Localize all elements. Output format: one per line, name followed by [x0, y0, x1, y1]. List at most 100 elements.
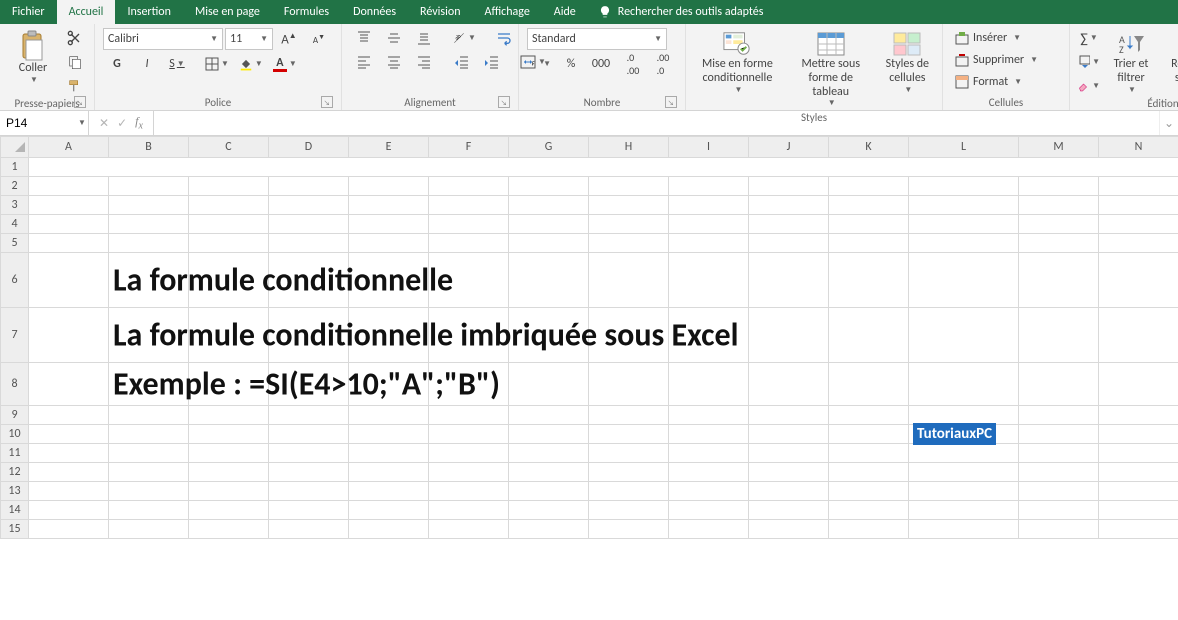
shrink-font-button[interactable]: A▼	[305, 29, 333, 49]
font-name-select[interactable]: Calibri▼	[103, 28, 223, 50]
row-header[interactable]: 5	[1, 234, 29, 253]
number-dialog-launcher[interactable]: ↘	[665, 96, 677, 108]
col-header[interactable]: N	[1099, 137, 1178, 158]
name-box-dropdown[interactable]: ▼	[76, 118, 88, 128]
row-header[interactable]: 1	[1, 158, 29, 177]
col-header[interactable]: G	[509, 137, 589, 158]
col-header[interactable]: J	[749, 137, 829, 158]
row-header[interactable]: 10	[1, 425, 29, 444]
align-top-button[interactable]	[350, 28, 378, 48]
name-box-input[interactable]	[0, 116, 76, 130]
clear-button[interactable]: ▼	[1078, 76, 1100, 96]
tab-donnees[interactable]: Données	[341, 0, 408, 24]
bold-button[interactable]: G	[103, 54, 131, 74]
cell-L10[interactable]: TutoriauxPC	[909, 425, 1019, 444]
format-painter-button[interactable]	[64, 76, 86, 96]
row-header[interactable]: 2	[1, 177, 29, 196]
font-color-button[interactable]: A▼	[269, 54, 301, 74]
align-middle-button[interactable]	[380, 28, 408, 48]
row-header[interactable]: 6	[1, 253, 29, 308]
align-right-button[interactable]	[410, 52, 438, 72]
row-header[interactable]: 9	[1, 406, 29, 425]
orientation-button[interactable]: ab▼	[448, 28, 480, 48]
tab-fichier[interactable]: Fichier	[0, 0, 57, 24]
expand-formula-bar-button[interactable]: ⌄	[1159, 111, 1178, 135]
cell-B8-text: Exemple : =SI(E4>10;"A";"B")	[113, 365, 500, 404]
tab-accueil[interactable]: Accueil	[57, 0, 116, 24]
row-header[interactable]: 11	[1, 444, 29, 463]
align-center-button[interactable]	[380, 52, 408, 72]
fill-color-button[interactable]: ▼	[235, 54, 267, 74]
col-header[interactable]: B	[109, 137, 189, 158]
grow-font-button[interactable]: A▲	[275, 29, 303, 49]
increase-indent-button[interactable]	[478, 52, 506, 72]
col-header[interactable]: A	[29, 137, 109, 158]
font-dialog-launcher[interactable]: ↘	[321, 96, 333, 108]
row-header[interactable]: 12	[1, 463, 29, 482]
align-left-button[interactable]	[350, 52, 378, 72]
format-cells-button[interactable]: Format▼	[951, 72, 1026, 92]
row-header[interactable]: 4	[1, 215, 29, 234]
percent-format-button[interactable]: %	[557, 54, 585, 74]
italic-button[interactable]: I	[133, 54, 161, 74]
confirm-entry-button[interactable]: ✓	[117, 116, 127, 131]
autosum-button[interactable]: ∑▼	[1078, 28, 1100, 48]
decrease-decimal-button[interactable]: .00.0	[649, 54, 677, 74]
tell-me-search[interactable]: Rechercher des outils adaptés	[588, 0, 764, 24]
delete-cells-button[interactable]: Supprimer▼	[951, 50, 1042, 70]
col-header[interactable]: H	[589, 137, 669, 158]
cell-B6[interactable]: La formule conditionnelle	[109, 253, 189, 308]
cell-B8[interactable]: Exemple : =SI(E4>10;"A";"B")	[109, 363, 189, 406]
sort-filter-button[interactable]: AZ Trier et filtrer▼	[1106, 28, 1156, 97]
borders-button[interactable]: ▼	[201, 54, 233, 74]
accounting-format-button[interactable]: ₣▼	[527, 54, 555, 74]
col-header[interactable]: I	[669, 137, 749, 158]
tab-insertion[interactable]: Insertion	[115, 0, 183, 24]
grid[interactable]: A B C D E F G H I J K L M N 1 2 3 4 5 6 …	[0, 136, 1178, 620]
row-header[interactable]: 13	[1, 482, 29, 501]
insert-function-button[interactable]: fx	[135, 114, 143, 131]
tab-aide[interactable]: Aide	[542, 0, 588, 24]
copy-button[interactable]	[64, 52, 86, 72]
col-header[interactable]: M	[1019, 137, 1099, 158]
col-header[interactable]: D	[269, 137, 349, 158]
wrap-text-button[interactable]	[490, 28, 518, 48]
underline-button[interactable]: S▼	[163, 54, 191, 74]
insert-cells-button[interactable]: Insérer▼	[951, 28, 1025, 48]
decrease-indent-button[interactable]	[448, 52, 476, 72]
tab-affichage[interactable]: Affichage	[473, 0, 542, 24]
col-header[interactable]: C	[189, 137, 269, 158]
number-format-select[interactable]: Standard▼	[527, 28, 667, 50]
cell-B7[interactable]: La formule conditionnelle imbriquée sous…	[109, 308, 189, 363]
tab-formules[interactable]: Formules	[272, 0, 341, 24]
col-header[interactable]: E	[349, 137, 429, 158]
tab-mise-en-page[interactable]: Mise en page	[183, 0, 272, 24]
fill-button[interactable]: ▼	[1078, 52, 1100, 72]
cancel-entry-button[interactable]: ✕	[99, 116, 109, 131]
align-dialog-launcher[interactable]: ↘	[498, 96, 510, 108]
find-select-button[interactable]: Rechercher et sélectionner▼	[1162, 28, 1178, 97]
name-box[interactable]: ▼	[0, 111, 89, 135]
align-bottom-button[interactable]	[410, 28, 438, 48]
clipboard-dialog-launcher[interactable]: ↘	[74, 96, 86, 108]
format-as-table-button[interactable]: Mettre sous forme de tableau▼	[787, 28, 875, 111]
tab-revision[interactable]: Révision	[408, 0, 472, 24]
cell-styles-button[interactable]: Styles de cellules▼	[881, 28, 934, 97]
increase-decimal-button[interactable]: .0.00	[619, 54, 647, 74]
row-header[interactable]: 3	[1, 196, 29, 215]
cut-button[interactable]	[64, 28, 86, 48]
font-size-select[interactable]: 11▼	[225, 28, 273, 50]
formula-input[interactable]	[154, 111, 1159, 135]
delete-icon	[955, 53, 969, 67]
select-all-button[interactable]	[1, 137, 29, 158]
paste-button[interactable]: Coller ▼	[8, 28, 58, 87]
col-header[interactable]: F	[429, 137, 509, 158]
conditional-formatting-button[interactable]: Mise en forme conditionnelle▼	[694, 28, 781, 97]
row-header[interactable]: 14	[1, 501, 29, 520]
comma-format-button[interactable]: 000	[587, 54, 615, 74]
row-header[interactable]: 8	[1, 363, 29, 406]
col-header[interactable]: K	[829, 137, 909, 158]
row-header[interactable]: 15	[1, 520, 29, 539]
row-header[interactable]: 7	[1, 308, 29, 363]
col-header[interactable]: L	[909, 137, 1019, 158]
